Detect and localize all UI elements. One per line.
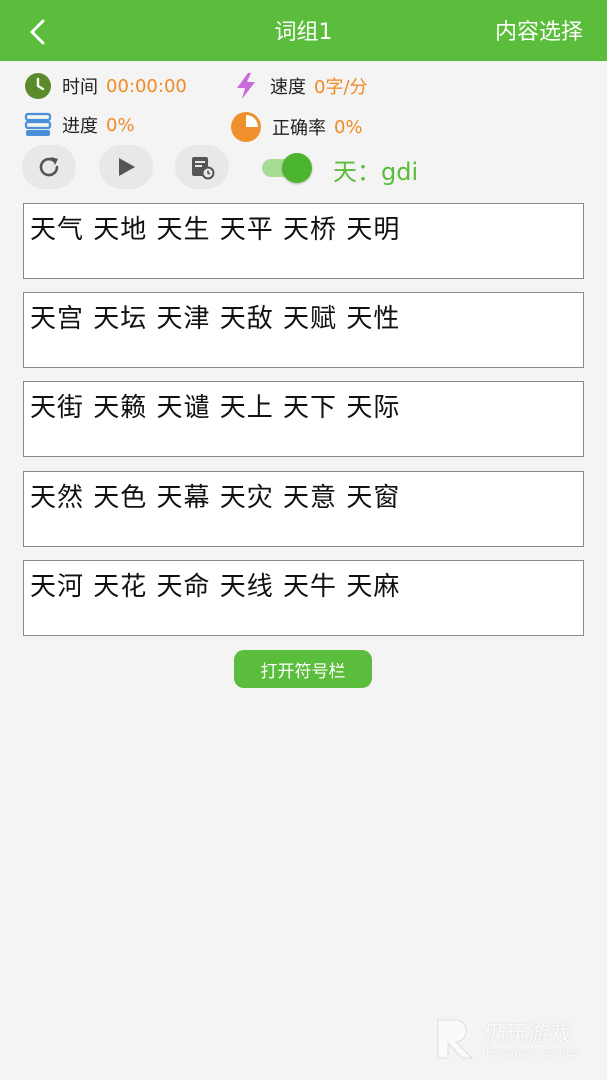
word-row-2[interactable]: 天宫 天坛 天津 天敌 天赋 天性 <box>23 292 584 368</box>
word-row-3[interactable]: 天街 天籁 天谴 天上 天下 天际 <box>23 381 584 457</box>
content-select-button[interactable]: 内容选择 <box>495 18 583 48</box>
accuracy-value: 0% <box>334 116 363 138</box>
progress-value: 0% <box>106 114 135 136</box>
clock-icon <box>24 72 52 100</box>
watermark-title: 仍玩游戏 <box>484 1022 573 1047</box>
word-row-1[interactable]: 天气 天地 天生 天平 天桥 天明 <box>23 203 584 279</box>
time-label: 时间 <box>62 77 98 98</box>
top-app-bar: 词组1 内容选择 <box>0 0 607 61</box>
time-value: 00:00:00 <box>106 75 187 97</box>
hint-text: 天：gdi <box>333 158 419 186</box>
accuracy-label: 正确率 <box>272 118 326 139</box>
toggle-knob <box>282 153 312 183</box>
speed-label: 速度 <box>270 77 306 98</box>
progress-stat: 进度 0% <box>24 111 135 139</box>
restart-button[interactable] <box>22 145 76 189</box>
speed-value: 0字/分 <box>314 77 368 98</box>
play-icon <box>119 158 135 176</box>
record-button[interactable] <box>175 145 229 189</box>
rengwan-logo-icon <box>437 1019 474 1059</box>
lightning-icon <box>232 72 260 100</box>
speed-stat: 速度 0字/分 <box>232 72 368 100</box>
hint-toggle[interactable] <box>262 153 312 183</box>
open-symbol-bar-button[interactable]: 打开符号栏 <box>234 650 372 688</box>
progress-label: 进度 <box>62 116 98 137</box>
history-icon <box>192 157 215 180</box>
stack-icon <box>24 111 52 139</box>
watermark: 仍玩游戏 Rengwan Games <box>432 1014 592 1064</box>
play-button[interactable] <box>99 145 153 189</box>
watermark-subtitle: Rengwan Games <box>486 1046 579 1059</box>
time-stat: 时间 00:00:00 <box>24 72 187 100</box>
pie-chart-icon <box>230 111 262 143</box>
word-row-5[interactable]: 天河 天花 天命 天线 天牛 天麻 <box>23 560 584 636</box>
word-row-4[interactable]: 天然 天色 天幕 天灾 天意 天窗 <box>23 471 584 547</box>
refresh-icon <box>39 157 59 177</box>
accuracy-stat: 正确率 0% <box>230 111 363 143</box>
